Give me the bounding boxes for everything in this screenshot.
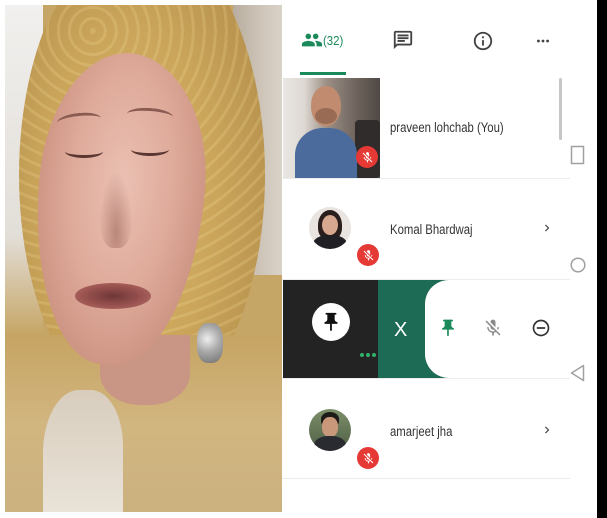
thumbnail-beard [315,108,337,124]
system-navigation-bar [570,0,597,518]
participant-row-self[interactable]: praveen lohchab (You) [282,78,570,178]
avatar-clothes [314,436,346,451]
participant-row[interactable]: amarjeet jha [282,380,570,478]
pin-icon [324,312,338,332]
video-nose [99,170,133,248]
mic-off-icon [363,452,373,463]
mic-off-icon [363,249,373,260]
thumbnail-shirt [295,128,357,178]
recents-square-icon[interactable] [570,145,585,165]
tab-chat[interactable] [378,18,428,76]
tab-info[interactable] [458,18,508,76]
muted-badge [356,146,378,168]
participant-row-swiped[interactable]: X [282,280,570,378]
video-cloth [43,390,123,512]
screen-edge [597,0,607,518]
tab-people[interactable]: (32) [296,18,350,76]
back-triangle-icon[interactable] [570,364,585,382]
muted-badge [357,244,379,266]
info-icon [473,31,493,51]
participant-name: amarjeet jha [390,424,453,439]
participant-video-tile[interactable] [5,5,282,512]
row-divider [282,478,570,479]
close-actions-button[interactable]: X [394,318,407,342]
participant-name: praveen lohchab (You) [390,120,504,135]
avatar-face [322,417,338,437]
chevron-right-icon[interactable] [540,423,554,437]
tab-more[interactable] [518,18,568,76]
muted-badge [357,447,379,469]
avatar-clothes [313,235,347,249]
row-divider [282,378,570,379]
pinned-avatar [312,303,350,341]
video-earring [197,323,223,363]
participant-name: Komal Bhardwaj [390,222,473,237]
mic-off-icon[interactable] [483,318,503,338]
participants-panel: (32) praveen lohchab (You) Komal Bhardwa… [282,0,570,518]
chevron-right-icon[interactable] [540,221,554,235]
participant-count: (32) [323,33,344,48]
list-scrollbar[interactable] [559,78,562,140]
mic-off-icon [362,151,372,162]
people-icon [301,33,323,47]
swiped-thumbnail [283,280,378,378]
pin-icon[interactable] [438,318,458,338]
avatar-face [322,215,338,235]
home-circle-icon[interactable] [570,257,586,273]
participant-actions-panel [425,280,570,378]
avatar [309,409,351,451]
speaking-indicator-icon [360,353,376,357]
video-eye-left [65,145,103,158]
row-divider [282,178,570,179]
more-horiz-icon [537,39,549,43]
chat-icon [393,30,413,50]
video-mouth [75,283,151,309]
video-eye-right [131,143,169,156]
active-tab-indicator [300,72,346,75]
panel-tab-bar: (32) [282,0,570,78]
participant-row[interactable]: Komal Bhardwaj [282,180,570,278]
avatar [309,207,351,249]
remove-circle-icon[interactable] [531,318,551,338]
